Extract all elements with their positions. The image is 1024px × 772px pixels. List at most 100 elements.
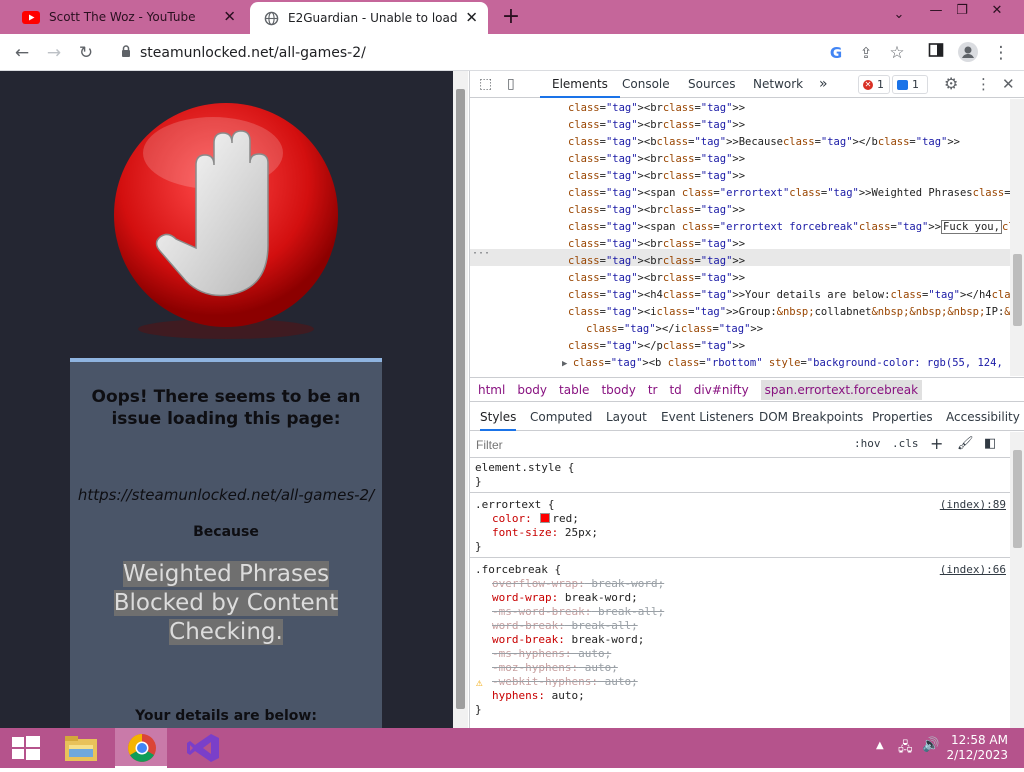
styles-tab-computed[interactable]: Computed — [530, 403, 592, 431]
dom-node[interactable]: ▶ class="tag"><b class="rbottom" style="… — [562, 355, 1010, 372]
dom-node[interactable]: class="tag"><brclass="tag">> — [568, 202, 745, 219]
dom-node[interactable]: class="tag"><bclass="tag">>Becauseclass=… — [568, 134, 960, 151]
styles-scrollbar[interactable] — [1010, 432, 1024, 728]
css-declaration[interactable]: -ms-hyphens: auto; — [492, 647, 611, 661]
devtools-menu-icon[interactable]: ⋮ — [976, 75, 991, 93]
settings-gear-icon[interactable]: ⚙ — [944, 74, 958, 93]
page-scrollbar[interactable] — [453, 71, 468, 728]
node-actions-icon[interactable]: ··· — [472, 248, 490, 259]
css-declaration[interactable]: overflow-wrap: break-word; — [492, 577, 664, 591]
chrome-menu-icon[interactable]: ⋮ — [990, 42, 1012, 64]
breadcrumb-item[interactable]: tr — [648, 383, 658, 397]
dom-node[interactable]: class="tag"><h4class="tag">>Your details… — [568, 287, 1010, 304]
forcebreak-source-link[interactable]: (index):66 — [940, 563, 1006, 577]
start-button[interactable] — [0, 728, 52, 768]
system-clock[interactable]: 12:58 AM 2/12/2023 — [946, 733, 1008, 763]
blocked-url: https://steamunlocked.net/all-games-2/ — [77, 486, 375, 504]
breadcrumb-item[interactable]: span.errortext.forcebreak — [760, 379, 923, 400]
restore-button[interactable]: ❐ — [945, 0, 979, 22]
color-swatch[interactable] — [540, 513, 551, 523]
address-bar[interactable]: steamunlocked.net/all-games-2/ — [111, 38, 881, 67]
breadcrumb-item[interactable]: body — [517, 383, 547, 397]
file-explorer-icon[interactable] — [55, 728, 107, 768]
close-devtools-icon[interactable]: ✕ — [1002, 75, 1015, 93]
styles-tab-event-listeners[interactable]: Event Listeners — [661, 403, 754, 431]
css-declaration[interactable]: hyphens: auto; — [492, 689, 585, 703]
bookmark-star-icon[interactable]: ☆ — [886, 42, 908, 64]
css-declaration[interactable]: -webkit-hyphens: auto; — [492, 675, 638, 689]
dom-node[interactable]: class="tag"><iclass="tag">>Group:&nbsp;c… — [568, 304, 1010, 321]
css-declaration[interactable]: word-break: break-word; — [492, 633, 644, 647]
dom-node[interactable]: class="tag"><brclass="tag">> — [568, 117, 745, 134]
tab-network[interactable]: Network — [753, 71, 803, 98]
dom-node[interactable]: class="tag"></pclass="tag">> — [568, 338, 745, 355]
web-page: Oops! There seems to be an issue loading… — [0, 71, 453, 728]
message-counter[interactable]: 1 — [892, 75, 928, 94]
show-hidden-icons[interactable]: ▲ — [876, 740, 884, 751]
dom-node-selected[interactable]: class="tag"><span class="errortext force… — [568, 219, 1010, 236]
rule-close: } — [475, 703, 482, 716]
styles-tab-properties[interactable]: Properties — [872, 403, 933, 431]
close-tab-icon[interactable]: ✕ — [223, 9, 236, 25]
element-style-selector: element.style { — [475, 461, 575, 474]
styles-tab-dom-breakpoints[interactable]: DOM Breakpoints — [759, 403, 863, 431]
reload-button[interactable]: ↻ — [75, 42, 97, 64]
inspect-element-icon[interactable]: ⬚ — [479, 76, 492, 92]
styles-tab-accessibility[interactable]: Accessibility — [946, 403, 1020, 431]
css-declaration[interactable]: -ms-word-break: break-all; — [492, 605, 664, 619]
network-icon[interactable]: 🖧 — [898, 738, 913, 760]
styles-filter-input[interactable] — [476, 436, 836, 454]
message-icon — [897, 79, 908, 90]
new-tab-button[interactable]: + — [500, 4, 522, 30]
font-size-declaration[interactable]: font-size: 25px; — [492, 526, 598, 540]
tab-e2guardian[interactable]: E2Guardian - Unable to load web ✕ — [250, 2, 488, 34]
dom-node[interactable]: class="tag"></iclass="tag">> — [586, 321, 763, 338]
breadcrumb-item[interactable]: div#nifty — [694, 383, 749, 397]
dom-node[interactable]: class="tag"><brclass="tag">> — [568, 270, 745, 287]
tab-console[interactable]: Console — [622, 71, 670, 98]
forward-button[interactable]: → — [43, 42, 65, 64]
css-declaration[interactable]: word-break: break-all; — [492, 619, 638, 633]
lock-icon[interactable] — [121, 45, 131, 60]
device-toolbar-icon[interactable]: ▯ — [507, 76, 515, 92]
visual-studio-icon[interactable] — [178, 728, 230, 768]
styles-tab-styles[interactable]: Styles — [480, 403, 517, 431]
color-declaration[interactable]: color: red; — [492, 512, 579, 526]
back-button[interactable]: ← — [11, 42, 33, 64]
tab-elements[interactable]: Elements — [540, 71, 620, 98]
more-tabs-icon[interactable]: » — [819, 71, 828, 98]
dom-node[interactable]: class="tag"><brclass="tag">> — [568, 253, 745, 270]
side-panel-icon[interactable] — [925, 42, 947, 64]
cls-button[interactable]: .cls — [892, 437, 919, 450]
chrome-taskbar-icon[interactable] — [115, 728, 167, 768]
breadcrumb-item[interactable]: td — [669, 383, 681, 397]
css-declaration[interactable]: -moz-hyphens: auto; — [492, 661, 618, 675]
paint-icon[interactable]: 🖌 — [957, 436, 974, 451]
volume-icon[interactable]: 🔊 — [922, 737, 939, 753]
google-lens-icon[interactable]: G — [825, 42, 847, 64]
breadcrumb-item[interactable]: tbody — [601, 383, 635, 397]
styles-tab-layout[interactable]: Layout — [606, 403, 647, 431]
profile-avatar[interactable] — [957, 42, 979, 64]
tab-sources[interactable]: Sources — [688, 71, 735, 98]
error-counter[interactable]: ✕ 1 — [858, 75, 890, 94]
breadcrumb-item[interactable]: table — [559, 383, 589, 397]
dom-node[interactable]: class="tag"><span class="errortext"class… — [568, 185, 1010, 202]
dom-node[interactable]: class="tag"><brclass="tag">> — [568, 100, 745, 117]
css-declaration[interactable]: word-wrap: break-word; — [492, 591, 638, 605]
errortext-source-link[interactable]: (index):89 — [940, 498, 1006, 512]
breadcrumb-item[interactable]: html — [478, 383, 505, 397]
close-window-button[interactable]: ✕ — [980, 0, 1014, 22]
new-rule-icon[interactable]: + — [930, 434, 943, 453]
hov-button[interactable]: :hov — [854, 437, 881, 450]
dom-node[interactable]: class="tag"><brclass="tag">> — [568, 168, 745, 185]
dom-node[interactable]: class="tag"><brclass="tag">> — [568, 236, 745, 253]
tab-search-icon[interactable]: ⌄ — [882, 4, 916, 26]
dom-node[interactable]: class="tag"><brclass="tag">> — [568, 151, 745, 168]
close-tab-icon[interactable]: ✕ — [465, 10, 478, 26]
browser-toolbar: ← → ↻ steamunlocked.net/all-games-2/ G ⇪… — [0, 34, 1024, 71]
tab-youtube[interactable]: Scott The Woz - YouTube ✕ — [8, 0, 246, 34]
share-icon[interactable]: ⇪ — [855, 42, 877, 64]
toggle-sidebar-icon[interactable]: ◧ — [984, 436, 996, 451]
dom-tree-scrollbar[interactable] — [1010, 99, 1024, 376]
